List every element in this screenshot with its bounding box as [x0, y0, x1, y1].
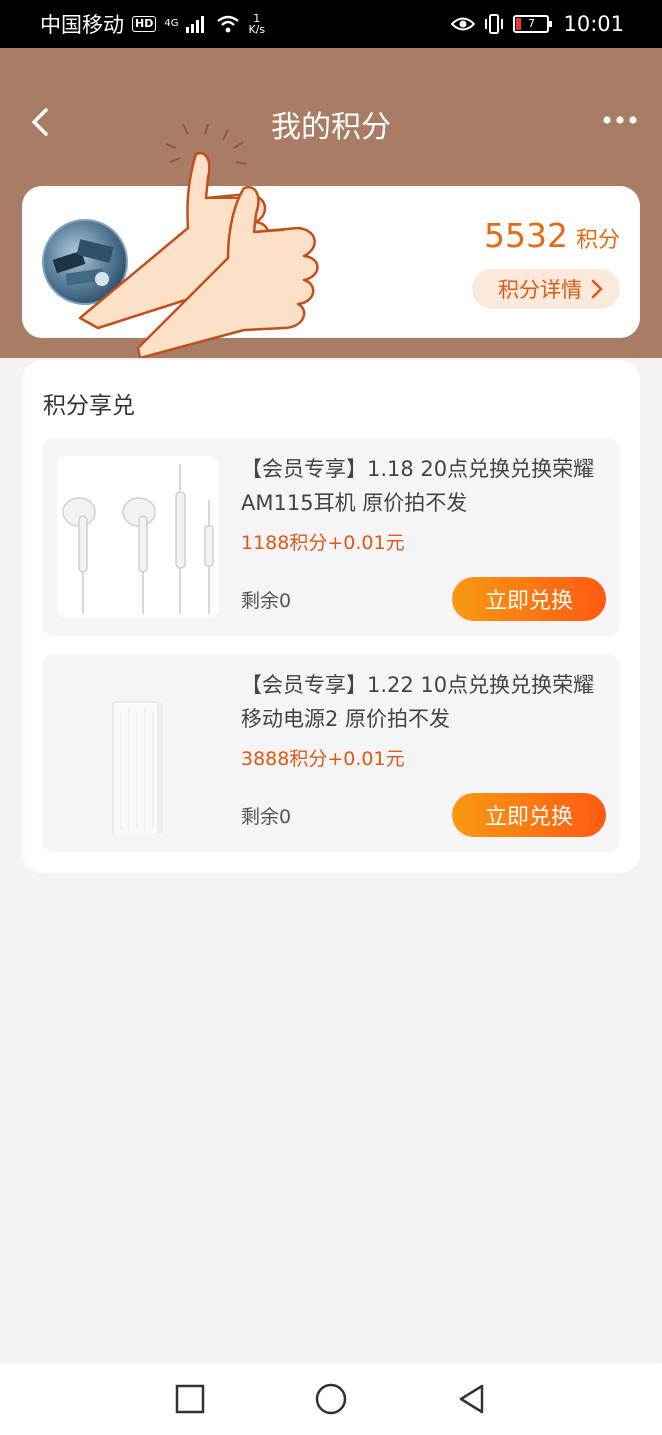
avatar[interactable]	[42, 219, 128, 305]
more-button[interactable]	[602, 108, 638, 132]
network-speed: 1 K/s	[248, 13, 265, 35]
back-icon[interactable]	[456, 1383, 488, 1415]
product-name: 【会员专享】1.22 10点兑换兑换荣耀移动电源2 原价拍不发	[241, 673, 595, 731]
earphones-icon	[62, 464, 214, 614]
recent-apps-icon[interactable]	[174, 1383, 206, 1415]
carrier-label: 中国移动	[40, 13, 124, 37]
home-icon[interactable]	[315, 1383, 347, 1415]
stock-remaining: 剩余0	[241, 590, 292, 612]
points-value: 5532	[484, 216, 568, 255]
speed-unit: K/s	[248, 23, 266, 36]
exchange-section: 积分享兑 【会员专享】1.18 20点兑换兑换荣耀AM115耳机 原价拍不发 1…	[22, 360, 640, 873]
redeem-button[interactable]: 立即兑换	[452, 793, 606, 837]
battery-icon: 7	[513, 15, 553, 33]
page-title: 我的积分	[271, 110, 391, 145]
points-detail-label: 积分详情	[498, 278, 582, 302]
points-unit: 积分	[575, 228, 620, 253]
more-icon	[603, 116, 637, 124]
status-right: 7 10:01	[451, 12, 624, 36]
points-balance: 5532 积分	[484, 216, 620, 255]
section-title: 积分享兑	[43, 393, 135, 419]
points-detail-button[interactable]: 积分详情	[472, 269, 620, 309]
profile-card: 5532 积分 积分详情	[22, 186, 640, 338]
chevron-right-icon	[591, 279, 603, 299]
clock: 10:01	[563, 12, 624, 36]
nav-bar: 我的积分	[0, 90, 662, 154]
product-card[interactable]: 【会员专享】1.22 10点兑换兑换荣耀移动电源2 原价拍不发 3888积分+0…	[42, 654, 620, 852]
power-bank-icon	[112, 701, 163, 841]
product-price: 3888积分+0.01元	[241, 748, 405, 770]
avatar-image	[52, 239, 114, 286]
wifi-icon	[217, 15, 240, 33]
product-name: 【会员专享】1.18 20点兑换兑换荣耀AM115耳机 原价拍不发	[241, 457, 595, 515]
network-type: 4G	[164, 18, 179, 29]
product-card[interactable]: 【会员专享】1.18 20点兑换兑换荣耀AM115耳机 原价拍不发 1188积分…	[42, 438, 620, 636]
battery-level: 7	[527, 17, 535, 30]
system-nav-bar	[0, 1363, 662, 1435]
status-bar: 中国移动 HD 4G 1 K/s 7 10:01	[0, 0, 662, 48]
vibrate-icon	[485, 14, 504, 34]
stock-remaining: 剩余0	[241, 806, 292, 828]
earphones-image	[57, 456, 219, 618]
eye-icon	[451, 17, 476, 31]
status-left: 中国移动 HD 4G 1 K/s	[40, 9, 265, 39]
hd-icon: HD	[132, 16, 157, 32]
redeem-button[interactable]: 立即兑换	[452, 577, 606, 621]
product-price: 1188积分+0.01元	[241, 532, 405, 554]
power-bank-image	[57, 672, 219, 841]
signal-icon	[186, 16, 205, 33]
